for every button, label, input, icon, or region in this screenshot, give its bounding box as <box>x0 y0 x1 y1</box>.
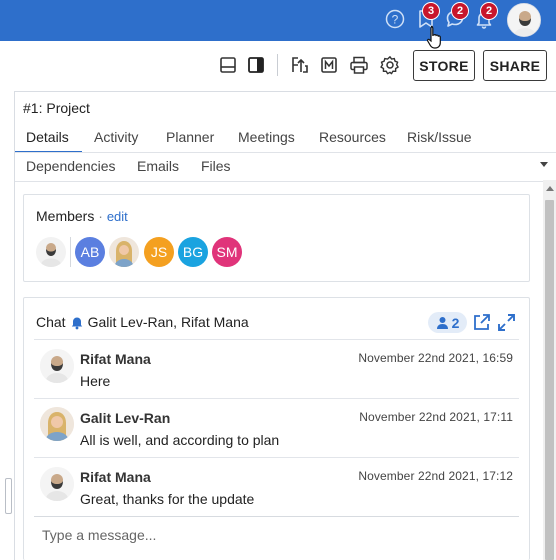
toolbar-divider <box>277 54 278 76</box>
chat-card: Chat Galit Lev-Ran, Rifat Mana 2 Rifat M… <box>23 297 530 560</box>
tab-details[interactable]: Details <box>26 129 69 145</box>
members-label: Members <box>36 208 95 224</box>
members-edit-link[interactable]: edit <box>107 209 128 224</box>
layout-horizontal-icon[interactable] <box>217 54 239 76</box>
message-avatar-rifat <box>40 349 74 383</box>
message-timestamp: November 22nd 2021, 17:11 <box>359 410 513 424</box>
tab-risk-issue[interactable]: Risk/Issue <box>407 129 472 145</box>
message-author: Rifat Mana <box>80 351 151 367</box>
tab-resources[interactable]: Resources <box>319 129 386 145</box>
message-text: All is well, and according to plan <box>80 432 280 448</box>
message-author: Rifat Mana <box>80 469 151 485</box>
chat-divider <box>34 398 519 399</box>
store-button[interactable]: STORE <box>413 50 475 81</box>
message-timestamp: November 22nd 2021, 16:59 <box>358 351 513 365</box>
chat-members-count: 2 <box>451 314 460 331</box>
person-icon <box>436 317 448 329</box>
message-avatar-galit <box>40 407 74 441</box>
page-title: #1: Project <box>23 100 90 116</box>
chat-divider <box>34 457 519 458</box>
tabs-row-2: Dependencies Emails Files <box>15 152 556 181</box>
tab-emails[interactable]: Emails <box>137 158 179 174</box>
bell-icon <box>71 317 82 329</box>
message-timestamp: November 22nd 2021, 17:12 <box>358 469 513 483</box>
tab-meetings[interactable]: Meetings <box>238 129 295 145</box>
members-heading: Members · edit <box>36 208 128 224</box>
open-external-icon[interactable] <box>472 313 491 332</box>
members-divider <box>70 237 71 267</box>
message-text: Great, thanks for the update <box>80 491 255 507</box>
tab-planner[interactable]: Planner <box>166 129 214 145</box>
bookmark-badge: 3 <box>422 2 440 20</box>
message-text: Here <box>80 373 111 389</box>
member-avatar-bg[interactable]: BG <box>178 237 208 267</box>
chat-message-input[interactable] <box>34 516 519 552</box>
top-navigation-bar: ? 3 2 2 <box>0 0 556 49</box>
markdown-icon[interactable] <box>318 54 340 76</box>
share-button[interactable]: SHARE <box>483 50 547 81</box>
panel-resize-handle[interactable] <box>5 478 12 514</box>
toolbar: STORE SHARE <box>0 41 556 89</box>
member-avatar-sm[interactable]: SM <box>212 237 242 267</box>
print-icon[interactable] <box>348 54 370 76</box>
tab-files[interactable]: Files <box>201 158 231 174</box>
member-avatar-ab[interactable]: AB <box>75 237 105 267</box>
chat-badge: 2 <box>451 2 469 20</box>
message-avatar-rifat <box>40 467 74 501</box>
user-avatar[interactable] <box>507 3 541 37</box>
members-separator: · <box>98 208 103 224</box>
layout-vertical-icon[interactable] <box>245 54 267 76</box>
members-card: Members · edit AB JS BG SM <box>23 194 530 282</box>
chat-header: Chat Galit Lev-Ran, Rifat Mana <box>36 314 249 330</box>
scrollbar-thumb[interactable] <box>545 200 554 560</box>
chat-label: Chat <box>36 314 66 330</box>
more-tabs-caret-icon[interactable] <box>540 162 548 167</box>
chat-divider <box>34 339 519 340</box>
message-author: Galit Lev-Ran <box>80 410 171 426</box>
member-avatar-photo[interactable] <box>109 237 139 267</box>
scroll-up-arrow-icon[interactable] <box>546 186 554 191</box>
chat-participants: Galit Lev-Ran, Rifat Mana <box>87 314 249 330</box>
chat-members-count-badge[interactable]: 2 <box>428 312 467 333</box>
tabs-divider-2 <box>15 181 556 182</box>
settings-gear-icon[interactable] <box>379 54 401 76</box>
svg-text:?: ? <box>392 13 399 27</box>
help-icon[interactable]: ? <box>384 8 406 30</box>
bell-badge: 2 <box>480 2 498 20</box>
member-avatar-js[interactable]: JS <box>144 237 174 267</box>
member-avatar-owner[interactable] <box>36 237 66 267</box>
expand-icon[interactable] <box>497 313 516 332</box>
export-icon[interactable] <box>289 54 311 76</box>
tab-dependencies[interactable]: Dependencies <box>26 158 116 174</box>
tab-activity[interactable]: Activity <box>94 129 138 145</box>
tabs-row-1: Details Activity Planner Meetings Resour… <box>15 123 556 152</box>
